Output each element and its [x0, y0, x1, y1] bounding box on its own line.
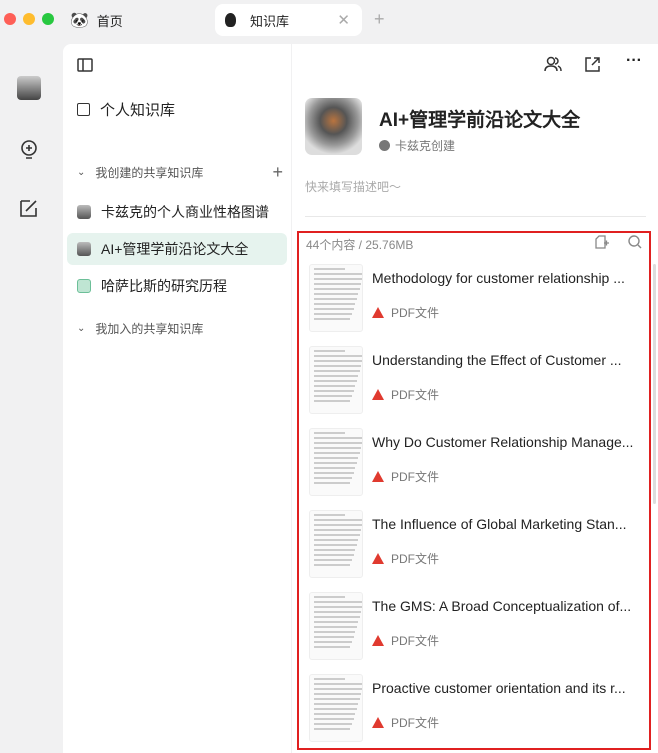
pdf-thumbnail [309, 264, 363, 332]
close-window-button[interactable] [4, 13, 16, 25]
close-tab-icon[interactable]: ✕ [337, 11, 350, 29]
description-field[interactable]: 快来填写描述吧～ [305, 178, 401, 195]
more-icon[interactable]: ··· [626, 52, 642, 70]
sidebar-toggle-icon[interactable] [77, 58, 93, 77]
pdf-thumbnail [309, 510, 363, 578]
item-title: The GMS: A Broad Conceptualization of... [372, 598, 632, 614]
sidebar-item-kb[interactable]: 哈萨比斯的研究历程 [67, 270, 287, 302]
tab-home[interactable]: 🐼 首页 [70, 4, 123, 36]
item-type-label: PDF文件 [391, 470, 440, 484]
content-item[interactable]: The Influence of Global Marketing Stan..… [309, 510, 649, 592]
item-title: Proactive customer orientation and its r… [372, 680, 626, 696]
kb-icon [77, 279, 91, 293]
chevron-down-icon: ⌄ [77, 323, 86, 334]
kb-cover-image [305, 98, 362, 155]
share-icon[interactable] [585, 56, 601, 77]
sidebar-item-kb[interactable]: 卡兹克的个人商业性格图谱 [67, 196, 287, 228]
item-type-label: PDF文件 [391, 306, 440, 320]
item-type-label: PDF文件 [391, 388, 440, 402]
members-icon[interactable] [544, 56, 562, 77]
item-type: PDF文件 [372, 550, 439, 567]
item-type: PDF文件 [372, 386, 439, 403]
kb-avatar [77, 205, 91, 219]
divider [305, 216, 646, 217]
item-type-label: PDF文件 [391, 634, 440, 648]
add-icon[interactable]: + [272, 162, 283, 183]
content-item[interactable]: Understanding the Effect of Customer ...… [309, 346, 649, 428]
content-stats: 44个内容 / 25.76MB [306, 238, 414, 252]
kb-avatar [77, 242, 91, 256]
panda-icon: 🐼 [70, 12, 89, 29]
pdf-icon [372, 717, 384, 728]
item-type: PDF文件 [372, 304, 439, 321]
scrollbar[interactable] [653, 264, 656, 504]
notebook-icon [77, 102, 90, 116]
pdf-thumbnail [309, 674, 363, 742]
content-item[interactable]: Methodology for customer relationship ..… [309, 264, 649, 346]
edit-icon[interactable] [17, 196, 41, 220]
pdf-icon [372, 389, 384, 400]
chevron-down-icon: ⌄ [77, 167, 86, 178]
sidebar-item-kb-selected[interactable]: AI+管理学前沿论文大全 [67, 233, 287, 265]
content-item[interactable]: Proactive customer orientation and its r… [309, 674, 649, 748]
item-type: PDF文件 [372, 632, 439, 649]
item-title: Why Do Customer Relationship Manage... [372, 434, 634, 450]
pdf-thumbnail [309, 428, 363, 496]
knowledge-bulb-icon[interactable] [17, 138, 41, 162]
creator-label: 卡兹克创建 [379, 137, 455, 154]
sidebar: 个人知识库 ⌄ 我创建的共享知识库 + 卡兹克的个人商业性格图谱 AI+管理学前… [63, 44, 291, 753]
joined-group-header[interactable]: ⌄ 我加入的共享知识库 [77, 320, 283, 337]
main-panel: ··· AI+管理学前沿论文大全 卡兹克创建 快来填写描述吧～ 44个内容 / … [292, 44, 658, 753]
item-title: Understanding the Effect of Customer ... [372, 352, 622, 368]
user-avatar[interactable] [17, 76, 41, 100]
tab-knowledge-base[interactable]: 知识库 ✕ [215, 4, 362, 36]
pdf-thumbnail [309, 346, 363, 414]
pdf-icon [372, 307, 384, 318]
item-type: PDF文件 [372, 468, 439, 485]
item-title: Methodology for customer relationship ..… [372, 270, 625, 286]
bulb-icon [225, 13, 236, 27]
creator-avatar [379, 140, 390, 151]
pdf-icon [372, 635, 384, 646]
item-type: PDF文件 [372, 714, 439, 731]
content-list-highlight: 44个内容 / 25.76MB Methodology for customer… [297, 231, 651, 750]
content-item[interactable]: The GMS: A Broad Conceptualization of...… [309, 592, 649, 674]
item-title: The Influence of Global Marketing Stan..… [372, 516, 627, 532]
new-tab-button[interactable]: + [374, 9, 385, 30]
content-item[interactable]: Why Do Customer Relationship Manage... PD… [309, 428, 649, 510]
add-content-icon[interactable] [595, 235, 609, 254]
pdf-thumbnail [309, 592, 363, 660]
sidebar-item-personal[interactable]: 个人知识库 [67, 93, 287, 125]
item-type-label: PDF文件 [391, 552, 440, 566]
maximize-window-button[interactable] [42, 13, 54, 25]
search-icon[interactable] [628, 235, 642, 254]
item-type-label: PDF文件 [391, 716, 440, 730]
page-title: AI+管理学前沿论文大全 [379, 110, 581, 131]
created-group-header[interactable]: ⌄ 我创建的共享知识库 + [77, 162, 283, 183]
pdf-icon [372, 553, 384, 564]
minimize-window-button[interactable] [23, 13, 35, 25]
pdf-icon [372, 471, 384, 482]
